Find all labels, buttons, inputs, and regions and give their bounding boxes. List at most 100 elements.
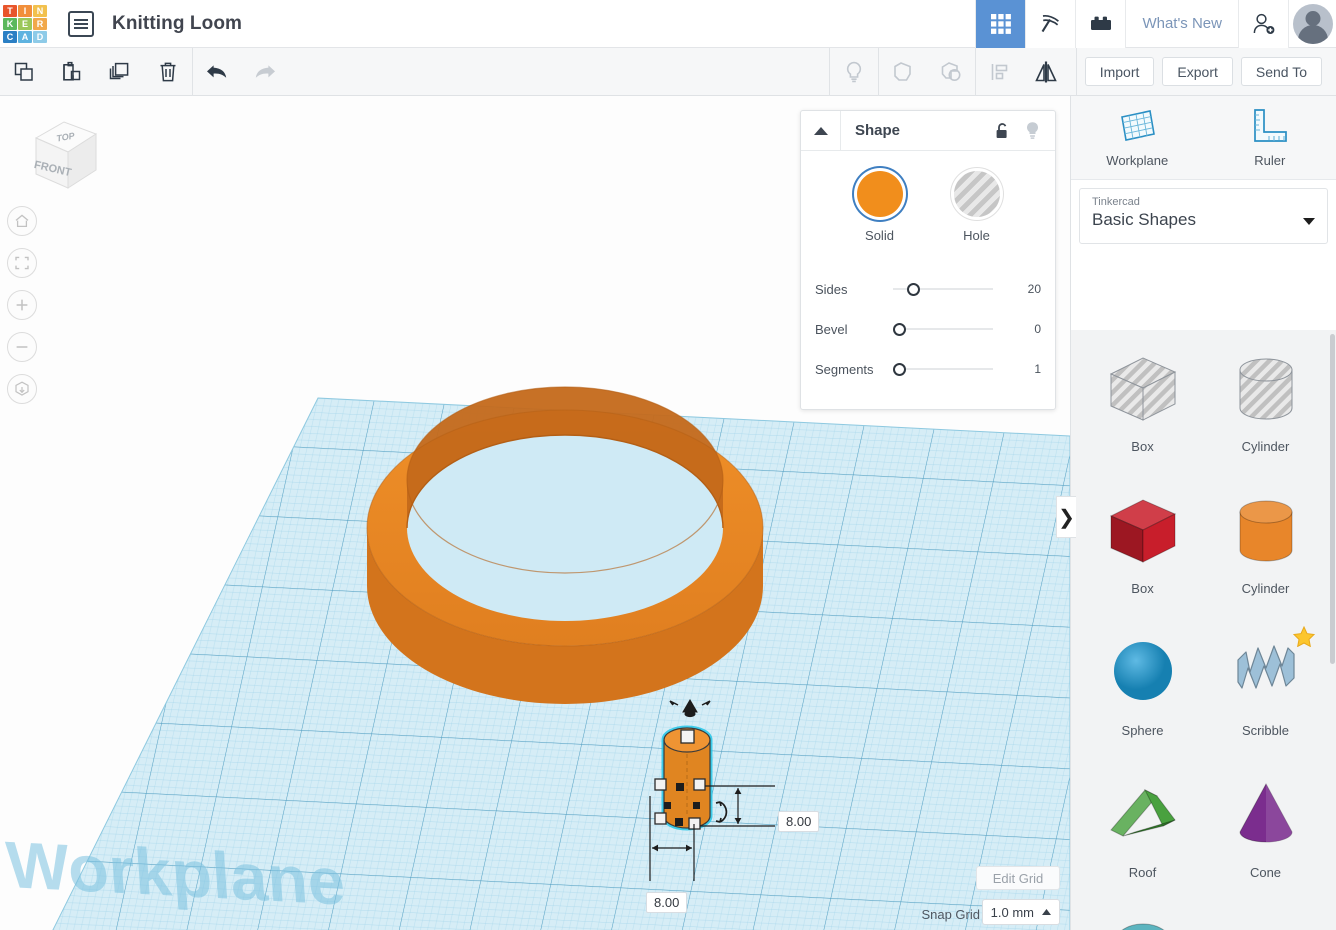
clipboard-tools (0, 48, 192, 96)
hole-swatch (953, 171, 1000, 217)
shape-box-red-label: Box (1131, 581, 1154, 596)
hole-label: Hole (963, 228, 990, 243)
avatar[interactable] (1288, 0, 1336, 48)
redo-button[interactable] (241, 48, 289, 96)
shape-mode-selector: Solid Hole (801, 167, 1055, 243)
pickaxe-icon[interactable] (1025, 0, 1076, 48)
shape-cone[interactable]: Cone (1204, 762, 1327, 902)
export-button[interactable]: Export (1162, 57, 1233, 86)
edit-toolbar: Import Export Send To (0, 47, 1336, 96)
project-list-icon[interactable] (68, 10, 94, 37)
bevel-slider-knob[interactable] (893, 322, 906, 336)
sides-slider-knob[interactable] (906, 282, 920, 296)
logo-tile-n: N (33, 4, 47, 17)
star-icon (1293, 626, 1315, 647)
logo-tile-t: T (3, 4, 17, 17)
bevel-slider[interactable]: Bevel 0 (815, 309, 1041, 349)
shape-cylinder-hole-thumbnail (1226, 350, 1306, 433)
mirror-button[interactable] (1024, 48, 1072, 96)
shape-library-grid: Box Cylinder Box Cylinder Sphere Scribble Roof… (1071, 330, 1336, 930)
shape-box-hole[interactable]: Box (1081, 336, 1204, 476)
view-cube[interactable]: TOP FRONT (18, 112, 102, 198)
shape-cylinder-hole[interactable]: Cylinder (1204, 336, 1327, 476)
segments-slider-track[interactable] (893, 359, 1007, 379)
paste-button[interactable] (48, 48, 96, 96)
ungroup-button[interactable] (927, 48, 975, 96)
segments-slider-knob[interactable] (893, 362, 906, 376)
shape-panel-header: Shape (801, 110, 1055, 151)
shape-box-hole-thumbnail (1101, 350, 1185, 433)
logo-tile-a: A (18, 30, 32, 43)
shape-box-red[interactable]: Box (1081, 478, 1204, 618)
align-button[interactable] (976, 48, 1024, 96)
shape-cone-thumbnail (1228, 776, 1304, 855)
sides-slider-value: 20 (1027, 282, 1041, 296)
light-bulb-icon[interactable] (1017, 121, 1047, 140)
tinkercad-logo[interactable]: TIN KER CAD (2, 4, 48, 44)
segments-slider-label: Segments (815, 361, 874, 377)
sidebar-collapse-tab[interactable]: ❯ (1056, 496, 1076, 538)
shape-scribble[interactable]: Scribble (1204, 620, 1327, 760)
ring-model (366, 386, 764, 704)
snap-grid-value: 1.0 mm (990, 904, 1034, 920)
segments-slider-value: 1 (1034, 362, 1041, 376)
fit-view-button[interactable] (7, 248, 37, 278)
shape-sphere[interactable]: Sphere (1081, 620, 1204, 760)
whats-new-link[interactable]: What's New (1125, 0, 1238, 48)
ruler-tool[interactable]: Ruler (1204, 96, 1336, 179)
sidebar-scrollbar[interactable] (1330, 334, 1335, 664)
chevron-up-icon (1042, 908, 1051, 915)
shape-text-thumbnail: TEXT (1223, 918, 1309, 930)
shape-cylinder-orange[interactable]: Cylinder (1204, 478, 1327, 618)
undo-button[interactable] (193, 48, 241, 96)
import-button[interactable]: Import (1084, 57, 1155, 86)
ortho-perspective-button[interactable] (7, 374, 37, 404)
slider-dash (897, 288, 906, 290)
add-user-icon[interactable] (1238, 0, 1288, 48)
shape-text[interactable]: TEXT (1204, 904, 1327, 930)
ruler-tool-label: Ruler (1254, 153, 1286, 168)
collapse-panel-button[interactable] (801, 110, 841, 151)
sides-slider-track[interactable] (893, 279, 1007, 299)
dimension-label-height[interactable]: 8.00 (778, 811, 820, 832)
delete-button[interactable] (144, 48, 192, 96)
shape-dome[interactable] (1081, 904, 1204, 930)
logo-tile-i: I (18, 4, 32, 17)
brick-icon[interactable] (1075, 0, 1126, 48)
group-button[interactable] (879, 48, 927, 96)
logo-tile-r: R (33, 17, 47, 30)
dimension-label-width[interactable]: 8.00 (646, 892, 688, 913)
shape-cylinder-orange-label: Cylinder (1241, 581, 1290, 596)
light-bulb-button[interactable] (830, 48, 878, 96)
workplane-icon (1121, 110, 1156, 141)
unlock-icon[interactable] (987, 122, 1017, 140)
workplane-tool-label: Workplane (1106, 153, 1169, 168)
toolbar-divider-5 (1075, 47, 1077, 96)
home-view-button[interactable] (7, 206, 37, 236)
segments-slider[interactable]: Segments 1 (815, 349, 1041, 389)
logo-tile-e: E (18, 17, 32, 30)
solid-mode[interactable]: Solid (856, 171, 903, 243)
edit-grid-button[interactable]: Edit Grid (976, 866, 1060, 890)
shape-roof-thumbnail (1101, 776, 1185, 853)
copy-button[interactable] (0, 48, 48, 96)
shape-cylinder-orange-thumbnail (1226, 492, 1306, 575)
chevron-up-icon (813, 126, 828, 135)
snap-grid-select[interactable]: 1.0 mm (981, 899, 1060, 925)
hole-mode[interactable]: Hole (953, 171, 1000, 243)
zoom-in-button[interactable] (7, 290, 37, 320)
sides-slider[interactable]: Sides 20 (815, 269, 1041, 309)
workplane-tool[interactable]: Workplane (1071, 96, 1204, 179)
bevel-slider-value: 0 (1034, 322, 1041, 336)
zoom-out-button[interactable] (7, 332, 37, 362)
bevel-slider-track[interactable] (893, 319, 1007, 339)
send-to-button[interactable]: Send To (1240, 57, 1322, 86)
duplicate-button[interactable] (96, 48, 144, 96)
shape-library-select[interactable]: Tinkercad Basic Shapes (1079, 188, 1328, 244)
logo-tile-d: D (33, 30, 47, 43)
chevron-down-icon (1303, 218, 1315, 225)
grid-icon[interactable] (975, 0, 1026, 48)
shape-roof[interactable]: Roof (1081, 762, 1204, 902)
shape-dome-thumbnail (1101, 918, 1185, 930)
ruler-icon (1253, 109, 1287, 142)
